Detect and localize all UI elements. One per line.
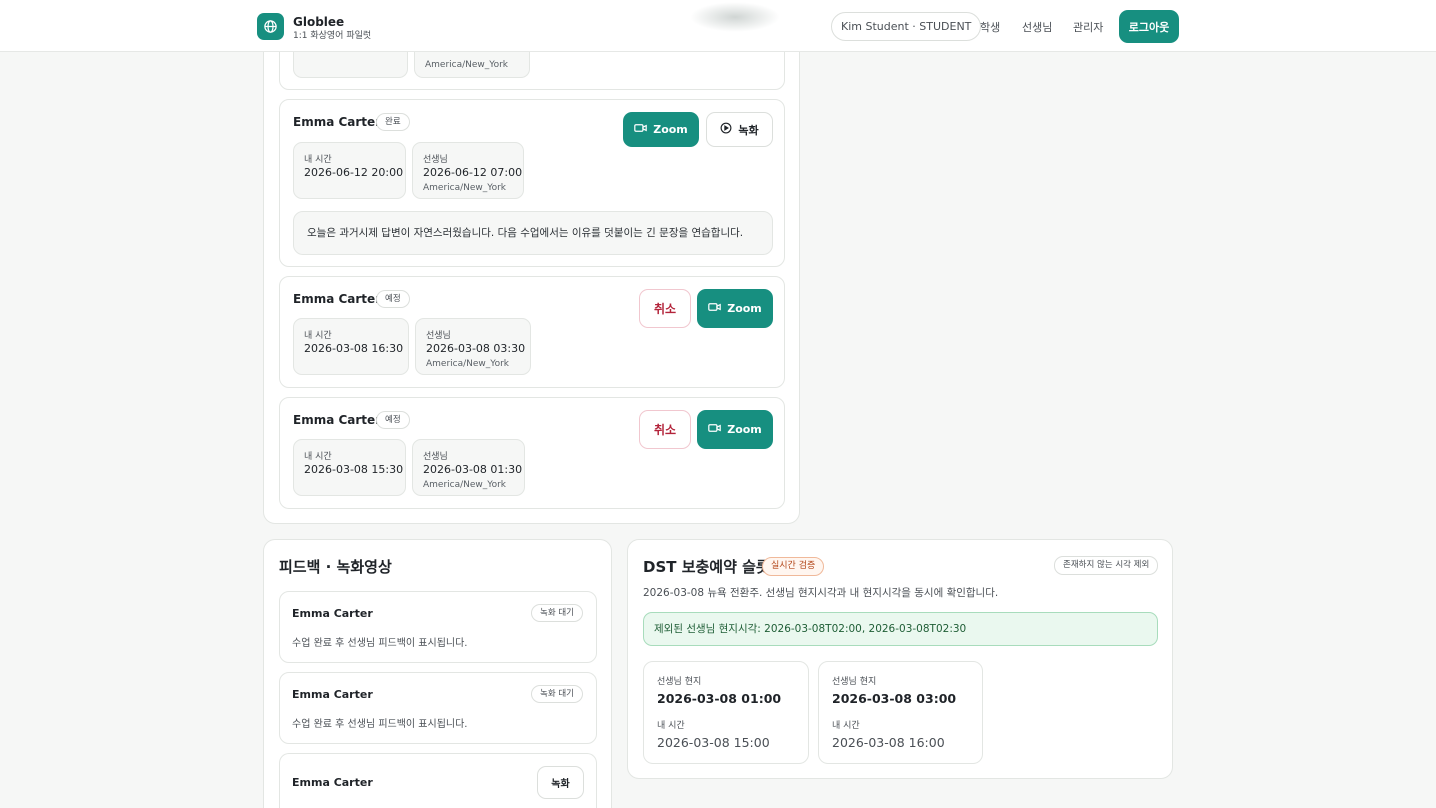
zoom-label: Zoom — [653, 123, 688, 136]
dst-panel: DST 보충예약 슬롯 실시간 검증 존재하지 않는 시각 제외 2026-03… — [627, 539, 1173, 779]
teacher-time-box: 선생님 2026-03-08 01:30 America/New_York — [412, 439, 525, 496]
teacher-time-box: 선생님 2026-03-08 03:30 America/New_York — [415, 318, 531, 375]
teacher-local-time: 2026-03-08 03:00 — [832, 691, 957, 706]
recording-button[interactable]: 녹화 — [706, 112, 773, 147]
video-icon — [634, 123, 648, 136]
nav-teacher[interactable]: 선생님 — [1022, 19, 1052, 35]
excluded-times: 제외된 선생님 현지시각: 2026-03-08T02:00, 2026-03-… — [643, 612, 1158, 646]
teacher-name: Emma Carter — [292, 688, 373, 701]
feedback-text: 수업 완료 후 선생님 피드백이 표시됩니다. — [292, 638, 468, 649]
my-time-label: 내 시간 — [304, 452, 332, 462]
live-verify-badge: 실시간 검증 — [762, 557, 825, 576]
brand-name: Globlee — [293, 15, 345, 29]
lesson-note: 오늘은 과거시제 답변이 자연스러웠습니다. 다음 수업에서는 이유를 덧붙이는… — [293, 211, 773, 255]
exclude-badge: 존재하지 않는 시각 제외 — [1054, 556, 1159, 575]
teacher-name: Emma Carter — [293, 413, 382, 427]
teacher-name: Emma Carter — [293, 115, 382, 129]
play-icon — [720, 122, 732, 137]
my-time-value: 2026-03-08 16:00 — [832, 735, 945, 750]
teacher-timezone: America/New_York — [425, 60, 509, 70]
teacher-timezone: America/New_York — [423, 183, 507, 193]
feedback-item: Emma Carter 녹화 대기 수업 완료 후 선생님 피드백이 표시됩니다… — [279, 591, 597, 663]
my-time-label: 내 시간 — [657, 721, 685, 731]
dst-slot[interactable]: 선생님 현지 2026-03-08 01:00 내 시간 2026-03-08 … — [643, 661, 809, 764]
zoom-label: Zoom — [727, 423, 762, 436]
my-time-label: 내 시간 — [304, 331, 332, 341]
zoom-button[interactable]: Zoom — [697, 289, 773, 328]
teacher-name: Emma Carter — [292, 776, 373, 789]
my-time-box: 내 시간 2026-03-08 16:30 — [293, 318, 409, 375]
my-time-label: 내 시간 — [832, 721, 860, 731]
status-badge: 예정 — [376, 290, 410, 308]
nav-student[interactable]: 학생 — [980, 19, 1000, 35]
logout-button[interactable]: 로그아웃 — [1119, 10, 1179, 43]
globe-icon[interactable] — [257, 13, 284, 40]
zoom-label: Zoom — [727, 302, 762, 315]
teacher-name: Emma Carter — [293, 292, 382, 306]
teacher-local-label: 선생님 현지 — [657, 677, 702, 687]
lesson-card: Emma Carter 완료 Zoom 녹화 내 시간 2026-06-12 2… — [279, 99, 785, 267]
dst-description: 2026-03-08 뉴욕 전환주. 선생님 현지시각과 내 현지시각을 동시에… — [643, 587, 999, 599]
zoom-button[interactable]: Zoom — [623, 112, 699, 147]
status-badge: 완료 — [376, 113, 410, 131]
user-pill[interactable]: Kim Student · STUDENT — [831, 12, 982, 41]
recording-button[interactable]: 녹화 — [537, 766, 584, 799]
status-badge: 예정 — [376, 411, 410, 429]
teacher-time-box: 선생님 2026-06-12 07:00 America/New_York — [412, 142, 524, 199]
my-time-value: 2026-03-08 16:30 — [304, 342, 404, 355]
zoom-button[interactable]: Zoom — [697, 410, 773, 449]
feedback-panel: 피드백 · 녹화영상 Emma Carter 녹화 대기 수업 완료 후 선생님… — [263, 539, 612, 808]
brand-subtitle: 1:1 화상영어 파일럿 — [293, 31, 372, 41]
feedback-title: 피드백 · 녹화영상 — [279, 558, 392, 576]
nav-admin[interactable]: 관리자 — [1073, 19, 1103, 35]
lesson-card: Emma Carter 예정 취소 Zoom 내 시간 2026-03-08 1… — [279, 276, 785, 388]
feedback-item: Emma Carter 녹화 대기 수업 완료 후 선생님 피드백이 표시됩니다… — [279, 672, 597, 744]
my-time-box: 내 시간 2026-06-12 20:00 — [293, 142, 406, 199]
teacher-time-label: 선생님 — [426, 331, 451, 341]
my-time-value: 2026-03-08 15:30 — [304, 463, 404, 476]
video-icon — [708, 423, 722, 436]
dst-title: DST 보충예약 슬롯 — [643, 558, 770, 576]
teacher-timezone: America/New_York — [423, 480, 507, 490]
recording-wait-badge: 녹화 대기 — [531, 685, 583, 703]
dst-slot[interactable]: 선생님 현지 2026-03-08 03:00 내 시간 2026-03-08 … — [818, 661, 983, 764]
recording-wait-badge: 녹화 대기 — [531, 604, 583, 622]
my-time-value: 2026-06-12 20:00 — [304, 166, 404, 179]
teacher-timezone: America/New_York — [426, 359, 510, 369]
video-icon — [708, 302, 722, 315]
my-time-label: 내 시간 — [304, 155, 332, 165]
teacher-time-label: 선생님 — [423, 155, 448, 165]
feedback-item: Emma Carter 녹화 — [279, 753, 597, 808]
feedback-text: 수업 완료 후 선생님 피드백이 표시됩니다. — [292, 719, 468, 730]
my-time-value: 2026-03-08 15:00 — [657, 735, 770, 750]
teacher-time-label: 선생님 — [423, 452, 448, 462]
teacher-name: Emma Carter — [292, 607, 373, 620]
lesson-list-panel: America/New_York Emma Carter 완료 Zoom 녹화 … — [263, 0, 800, 524]
teacher-time-value: 2026-03-08 03:30 — [426, 342, 526, 355]
header-glow — [690, 2, 780, 32]
lesson-card: Emma Carter 예정 취소 Zoom 내 시간 2026-03-08 1… — [279, 397, 785, 509]
teacher-local-label: 선생님 현지 — [832, 677, 877, 687]
top-header: Globlee 1:1 화상영어 파일럿 Kim Student · STUDE… — [0, 0, 1436, 52]
teacher-time-value: 2026-03-08 01:30 — [423, 463, 523, 476]
cancel-button[interactable]: 취소 — [639, 289, 691, 328]
my-time-box: 내 시간 2026-03-08 15:30 — [293, 439, 406, 496]
cancel-button[interactable]: 취소 — [639, 410, 691, 449]
recording-label: 녹화 — [738, 123, 759, 137]
teacher-local-time: 2026-03-08 01:00 — [657, 691, 782, 706]
teacher-time-value: 2026-06-12 07:00 — [423, 166, 523, 179]
